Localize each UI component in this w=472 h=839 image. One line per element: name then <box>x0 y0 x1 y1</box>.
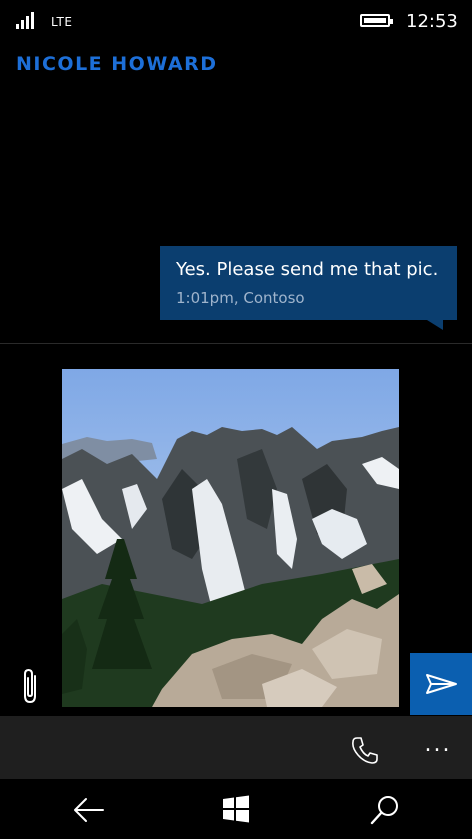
contact-name[interactable]: NICOLE HOWARD <box>16 53 218 75</box>
attach-button[interactable] <box>12 664 50 708</box>
windows-logo-icon <box>223 795 249 823</box>
search-button[interactable] <box>368 793 402 827</box>
attached-photo[interactable] <box>62 369 399 707</box>
send-button[interactable] <box>410 653 472 715</box>
search-icon <box>370 796 398 825</box>
network-type: LTE <box>51 15 73 29</box>
mountain-photo <box>62 369 399 707</box>
status-bar: LTE 12:53 <box>0 0 472 44</box>
nav-bar <box>0 779 472 839</box>
send-icon <box>426 674 457 694</box>
message-meta: 1:01pm, Contoso <box>176 289 305 307</box>
more-button[interactable]: ... <box>418 732 458 762</box>
home-button[interactable] <box>220 793 252 825</box>
back-button[interactable] <box>72 795 106 825</box>
clock: 12:53 <box>406 11 458 32</box>
battery-full-icon <box>360 14 393 27</box>
signal-bars-icon <box>16 11 38 29</box>
divider <box>0 343 472 344</box>
app-bar: ... <box>0 716 472 779</box>
phone-icon <box>352 737 378 764</box>
message-bubble-tail <box>427 320 443 330</box>
message-text: Yes. Please send me that pic. <box>176 259 439 280</box>
message-bubble[interactable]: Yes. Please send me that pic. 1:01pm, Co… <box>160 246 457 320</box>
back-arrow-icon <box>74 798 104 822</box>
paperclip-icon <box>24 668 36 704</box>
call-button[interactable] <box>348 733 382 767</box>
